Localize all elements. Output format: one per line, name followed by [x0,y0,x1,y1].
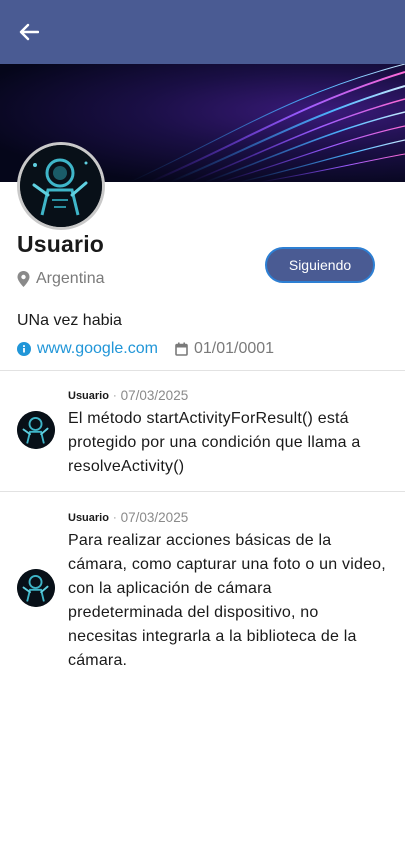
post-header: Usuario · 07/03/2025 [68,388,188,403]
profile-bio: UNa vez habia [17,312,122,329]
post-username: Usuario [68,511,109,524]
post-text: Para realizar acciones básicas de la cám… [68,532,386,669]
post-date: 07/03/2025 [120,510,189,525]
profile-location: Argentina [17,270,105,288]
astronaut-avatar-image [20,145,102,227]
profile-meta: www.google.com 01/01/0001 [17,340,274,358]
post-text: El método startActivityForResult() está … [68,410,361,475]
back-button[interactable] [14,18,44,46]
calendar-icon [175,342,188,356]
post-avatar[interactable] [17,411,55,449]
joined-date: 01/01/0001 [175,340,274,358]
post-separator: · [112,389,117,402]
post-username: Usuario [68,389,109,402]
website-link[interactable]: www.google.com [17,340,158,358]
profile-username: Usuario [17,231,105,257]
post-avatar[interactable] [17,569,55,607]
post-item[interactable]: Usuario · 07/03/2025 Para realizar accio… [0,492,405,682]
astronaut-avatar-image [17,411,55,449]
post-date: 07/03/2025 [120,388,189,403]
astronaut-avatar-image [17,569,55,607]
date-text: 01/01/0001 [193,340,275,357]
arrow-back-icon [19,23,39,41]
location-pin-icon [17,271,30,287]
profile-avatar[interactable] [17,142,105,230]
post-item[interactable]: Usuario · 07/03/2025 El método startActi… [0,371,405,491]
location-text: Argentina [36,270,105,287]
info-icon [17,342,31,356]
following-button[interactable]: Siguiendo [265,247,375,283]
post-separator: · [112,511,117,524]
website-text: www.google.com [37,340,158,357]
post-header: Usuario · 07/03/2025 [68,510,188,525]
app-bar [0,0,405,64]
